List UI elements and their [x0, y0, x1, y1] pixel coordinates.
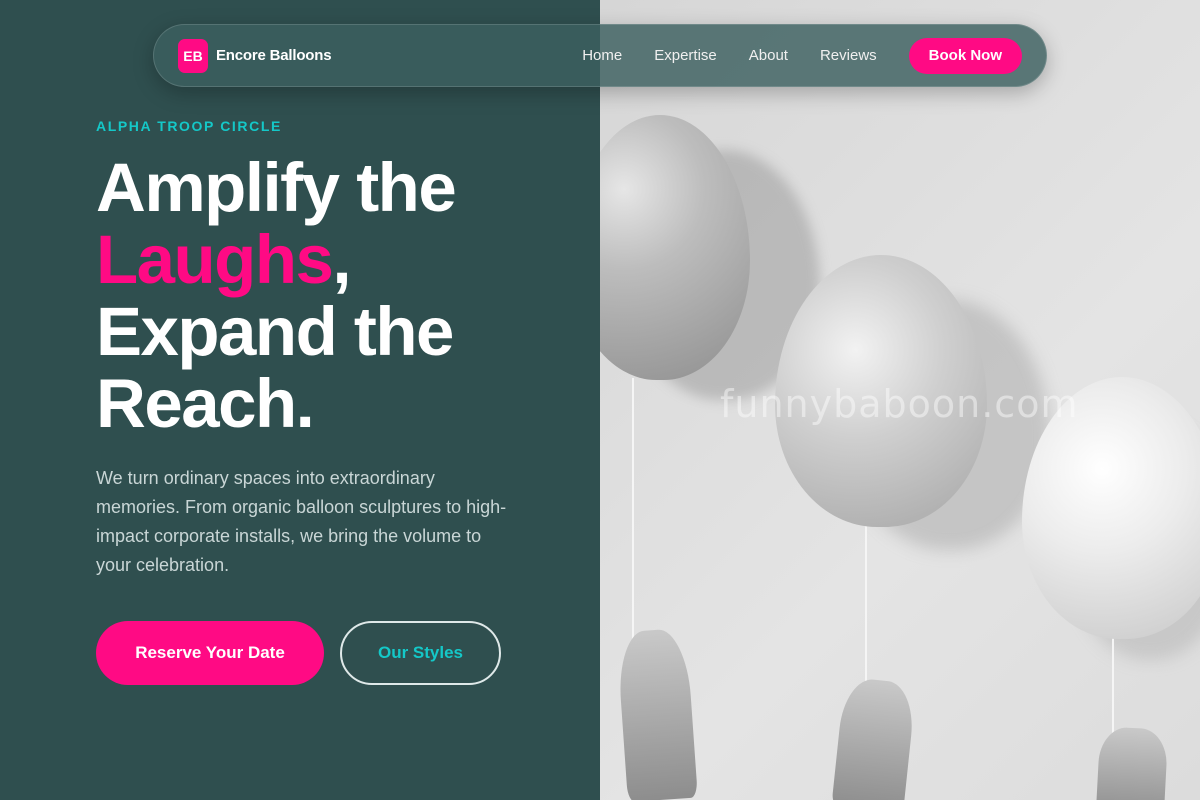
top-navbar: EB Encore Balloons Home Expertise About …	[153, 24, 1047, 87]
hand-left	[616, 627, 698, 800]
hand-right	[1095, 726, 1169, 800]
nav-link-expertise[interactable]: Expertise	[654, 47, 717, 64]
nav-link-reviews[interactable]: Reviews	[820, 47, 877, 64]
image-watermark: funnybaboon.com	[720, 382, 1079, 426]
nav-link-home[interactable]: Home	[582, 47, 622, 64]
headline-comma: ,	[332, 221, 351, 298]
headline-line-4: Reach.	[96, 365, 315, 442]
reserve-date-button[interactable]: Reserve Your Date	[96, 621, 324, 685]
our-styles-button[interactable]: Our Styles	[340, 621, 501, 685]
headline-line-3: Expand the	[96, 293, 454, 370]
hero-image-balloons: funnybaboon.com	[600, 0, 1200, 800]
nav-links: Home Expertise About Reviews Book Now	[582, 37, 1022, 74]
hero-headline: Amplify the Laughs, Expand the Reach.	[96, 152, 596, 440]
hand-middle	[831, 676, 917, 800]
balloon-string	[632, 378, 634, 643]
headline-line-1: Amplify the	[96, 149, 457, 226]
brand-name[interactable]: Encore Balloons	[216, 47, 332, 64]
book-now-button[interactable]: Book Now	[908, 37, 1022, 74]
hero-subcopy: We turn ordinary spaces into extraordina…	[96, 468, 507, 575]
balloon-string	[1112, 638, 1114, 738]
balloon-string	[865, 525, 867, 695]
nav-link-about[interactable]: About	[749, 47, 788, 64]
headline-accent-word: Laughs	[96, 221, 334, 298]
logo-badge[interactable]: EB	[178, 38, 208, 73]
hero-eyebrow: ALPHA TROOP CIRCLE	[96, 118, 282, 134]
